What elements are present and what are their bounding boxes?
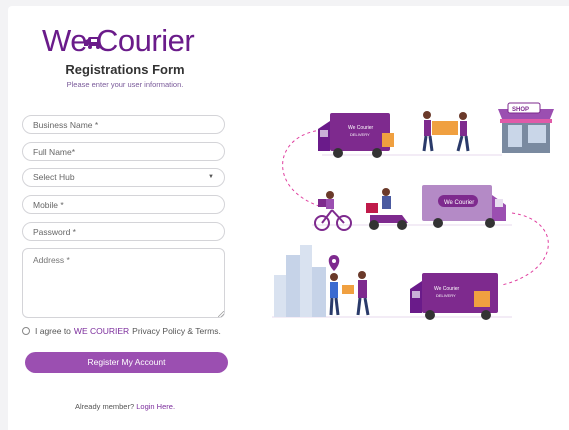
mobile-input[interactable]	[22, 195, 225, 214]
city-buildings-icon	[274, 245, 326, 317]
terms-agreement: I agree to WE COURIER Privacy Policy & T…	[22, 326, 221, 336]
login-prompt: Already member? Login Here.	[0, 402, 250, 411]
logo-courier-text: Courier	[96, 23, 195, 58]
truck-bottom-label-1: We Courier	[434, 286, 460, 292]
chevron-down-icon: ▼	[208, 174, 214, 180]
register-button[interactable]: Register My Account	[25, 352, 228, 373]
agree-prefix: I agree to	[35, 326, 71, 336]
location-pin-icon	[328, 255, 340, 271]
delivery-illustration: We Courier DELIVERY SHOP We Courier We C…	[272, 102, 554, 320]
bicycle-courier-icon	[314, 191, 352, 231]
page-subtitle: Please enter your user information.	[66, 80, 184, 89]
full-name-input[interactable]	[22, 142, 225, 161]
address-textarea[interactable]	[22, 248, 225, 318]
login-link[interactable]: Login Here.	[136, 402, 175, 411]
agree-suffix: Privacy Policy & Terms.	[132, 326, 221, 336]
hub-select-value: Select Hub	[33, 172, 75, 182]
scooter-courier-icon	[366, 188, 408, 230]
truck-top-label-1: We Courier	[348, 125, 374, 131]
hub-select[interactable]: Select Hub ▼	[22, 168, 225, 187]
already-member-text: Already member?	[74, 402, 135, 411]
delivery-truck-bottom-icon: We Courier DELIVERY	[410, 273, 498, 320]
customer-handover-icon	[329, 271, 370, 316]
delivery-van-icon: We Courier	[422, 185, 506, 228]
van-label: We Courier	[444, 200, 474, 206]
resize-handle-icon[interactable]	[218, 311, 224, 317]
people-carrying-box-icon	[422, 111, 470, 152]
agree-brand-link[interactable]: WE COURIER	[74, 326, 129, 336]
truck-top-label-2: DELIVERY	[350, 132, 370, 137]
shop-icon: SHOP	[498, 102, 554, 153]
logo-we-text: We	[42, 23, 87, 58]
we-courier-logo: We Courier	[42, 24, 212, 58]
business-name-input[interactable]	[22, 115, 225, 134]
shop-sign-text: SHOP	[512, 107, 529, 113]
password-input[interactable]	[22, 222, 225, 241]
delivery-truck-top-icon: We Courier DELIVERY	[318, 113, 394, 158]
agree-radio[interactable]	[22, 327, 30, 335]
page-title: Registrations Form	[65, 62, 185, 77]
truck-bottom-label-2: DELIVERY	[436, 293, 456, 298]
